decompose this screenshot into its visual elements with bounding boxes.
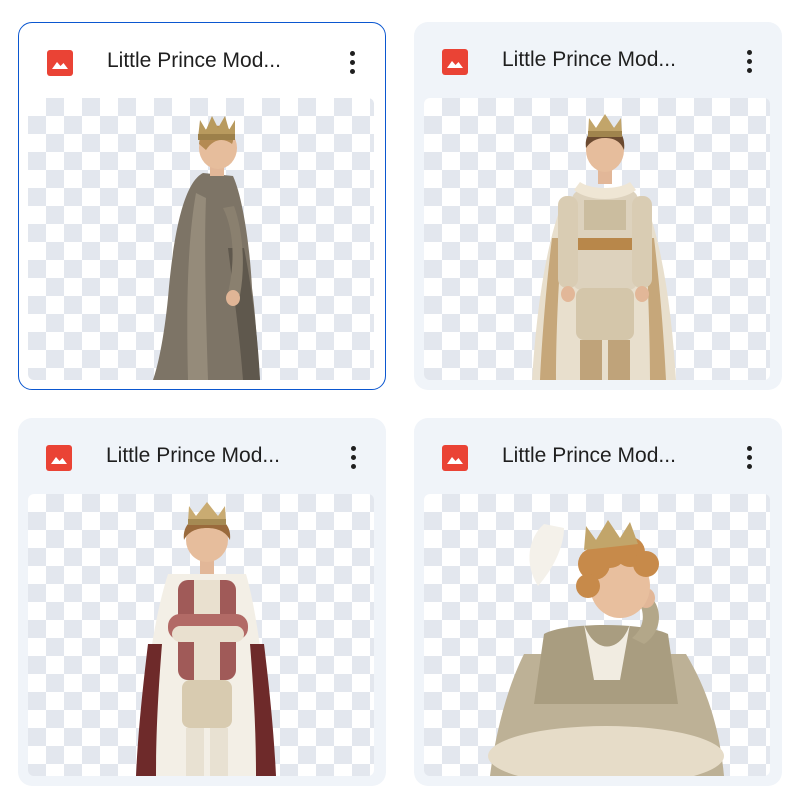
file-card-header: Little Prince Mod...	[414, 22, 782, 98]
prince-figure-arms-crossed	[136, 502, 276, 776]
prince-figure-seated-thinking	[488, 520, 724, 776]
file-card-header: Little Prince Mod...	[19, 23, 385, 99]
file-card[interactable]: Little Prince Mod...	[414, 418, 782, 786]
more-actions-button[interactable]	[337, 45, 367, 79]
image-file-icon	[46, 445, 72, 471]
file-title[interactable]: Little Prince Mod...	[502, 441, 720, 471]
file-card[interactable]: Little Prince Mod...	[18, 22, 386, 390]
file-title[interactable]: Little Prince Mod...	[106, 441, 324, 471]
file-card[interactable]: Little Prince Mod...	[18, 418, 386, 786]
file-thumbnail[interactable]	[28, 494, 374, 776]
image-file-icon	[442, 445, 468, 471]
more-actions-button[interactable]	[734, 44, 764, 78]
file-thumbnail[interactable]	[424, 494, 770, 776]
more-actions-button[interactable]	[338, 440, 368, 474]
prince-figure-side-view	[153, 116, 260, 380]
image-file-icon	[47, 50, 73, 76]
file-title[interactable]: Little Prince Mod...	[107, 46, 325, 76]
file-card-header: Little Prince Mod...	[18, 418, 386, 494]
prince-figure-front-view	[532, 114, 676, 380]
file-thumbnail[interactable]	[424, 98, 770, 380]
file-card-header: Little Prince Mod...	[414, 418, 782, 494]
more-vert-icon	[746, 49, 752, 55]
more-vert-icon	[746, 445, 752, 451]
image-file-icon	[442, 49, 468, 75]
file-thumbnail[interactable]	[28, 98, 374, 380]
file-title[interactable]: Little Prince Mod...	[502, 45, 720, 75]
more-actions-button[interactable]	[734, 440, 764, 474]
more-vert-icon	[349, 50, 355, 56]
more-vert-icon	[350, 445, 356, 451]
file-card[interactable]: Little Prince Mod...	[414, 22, 782, 390]
